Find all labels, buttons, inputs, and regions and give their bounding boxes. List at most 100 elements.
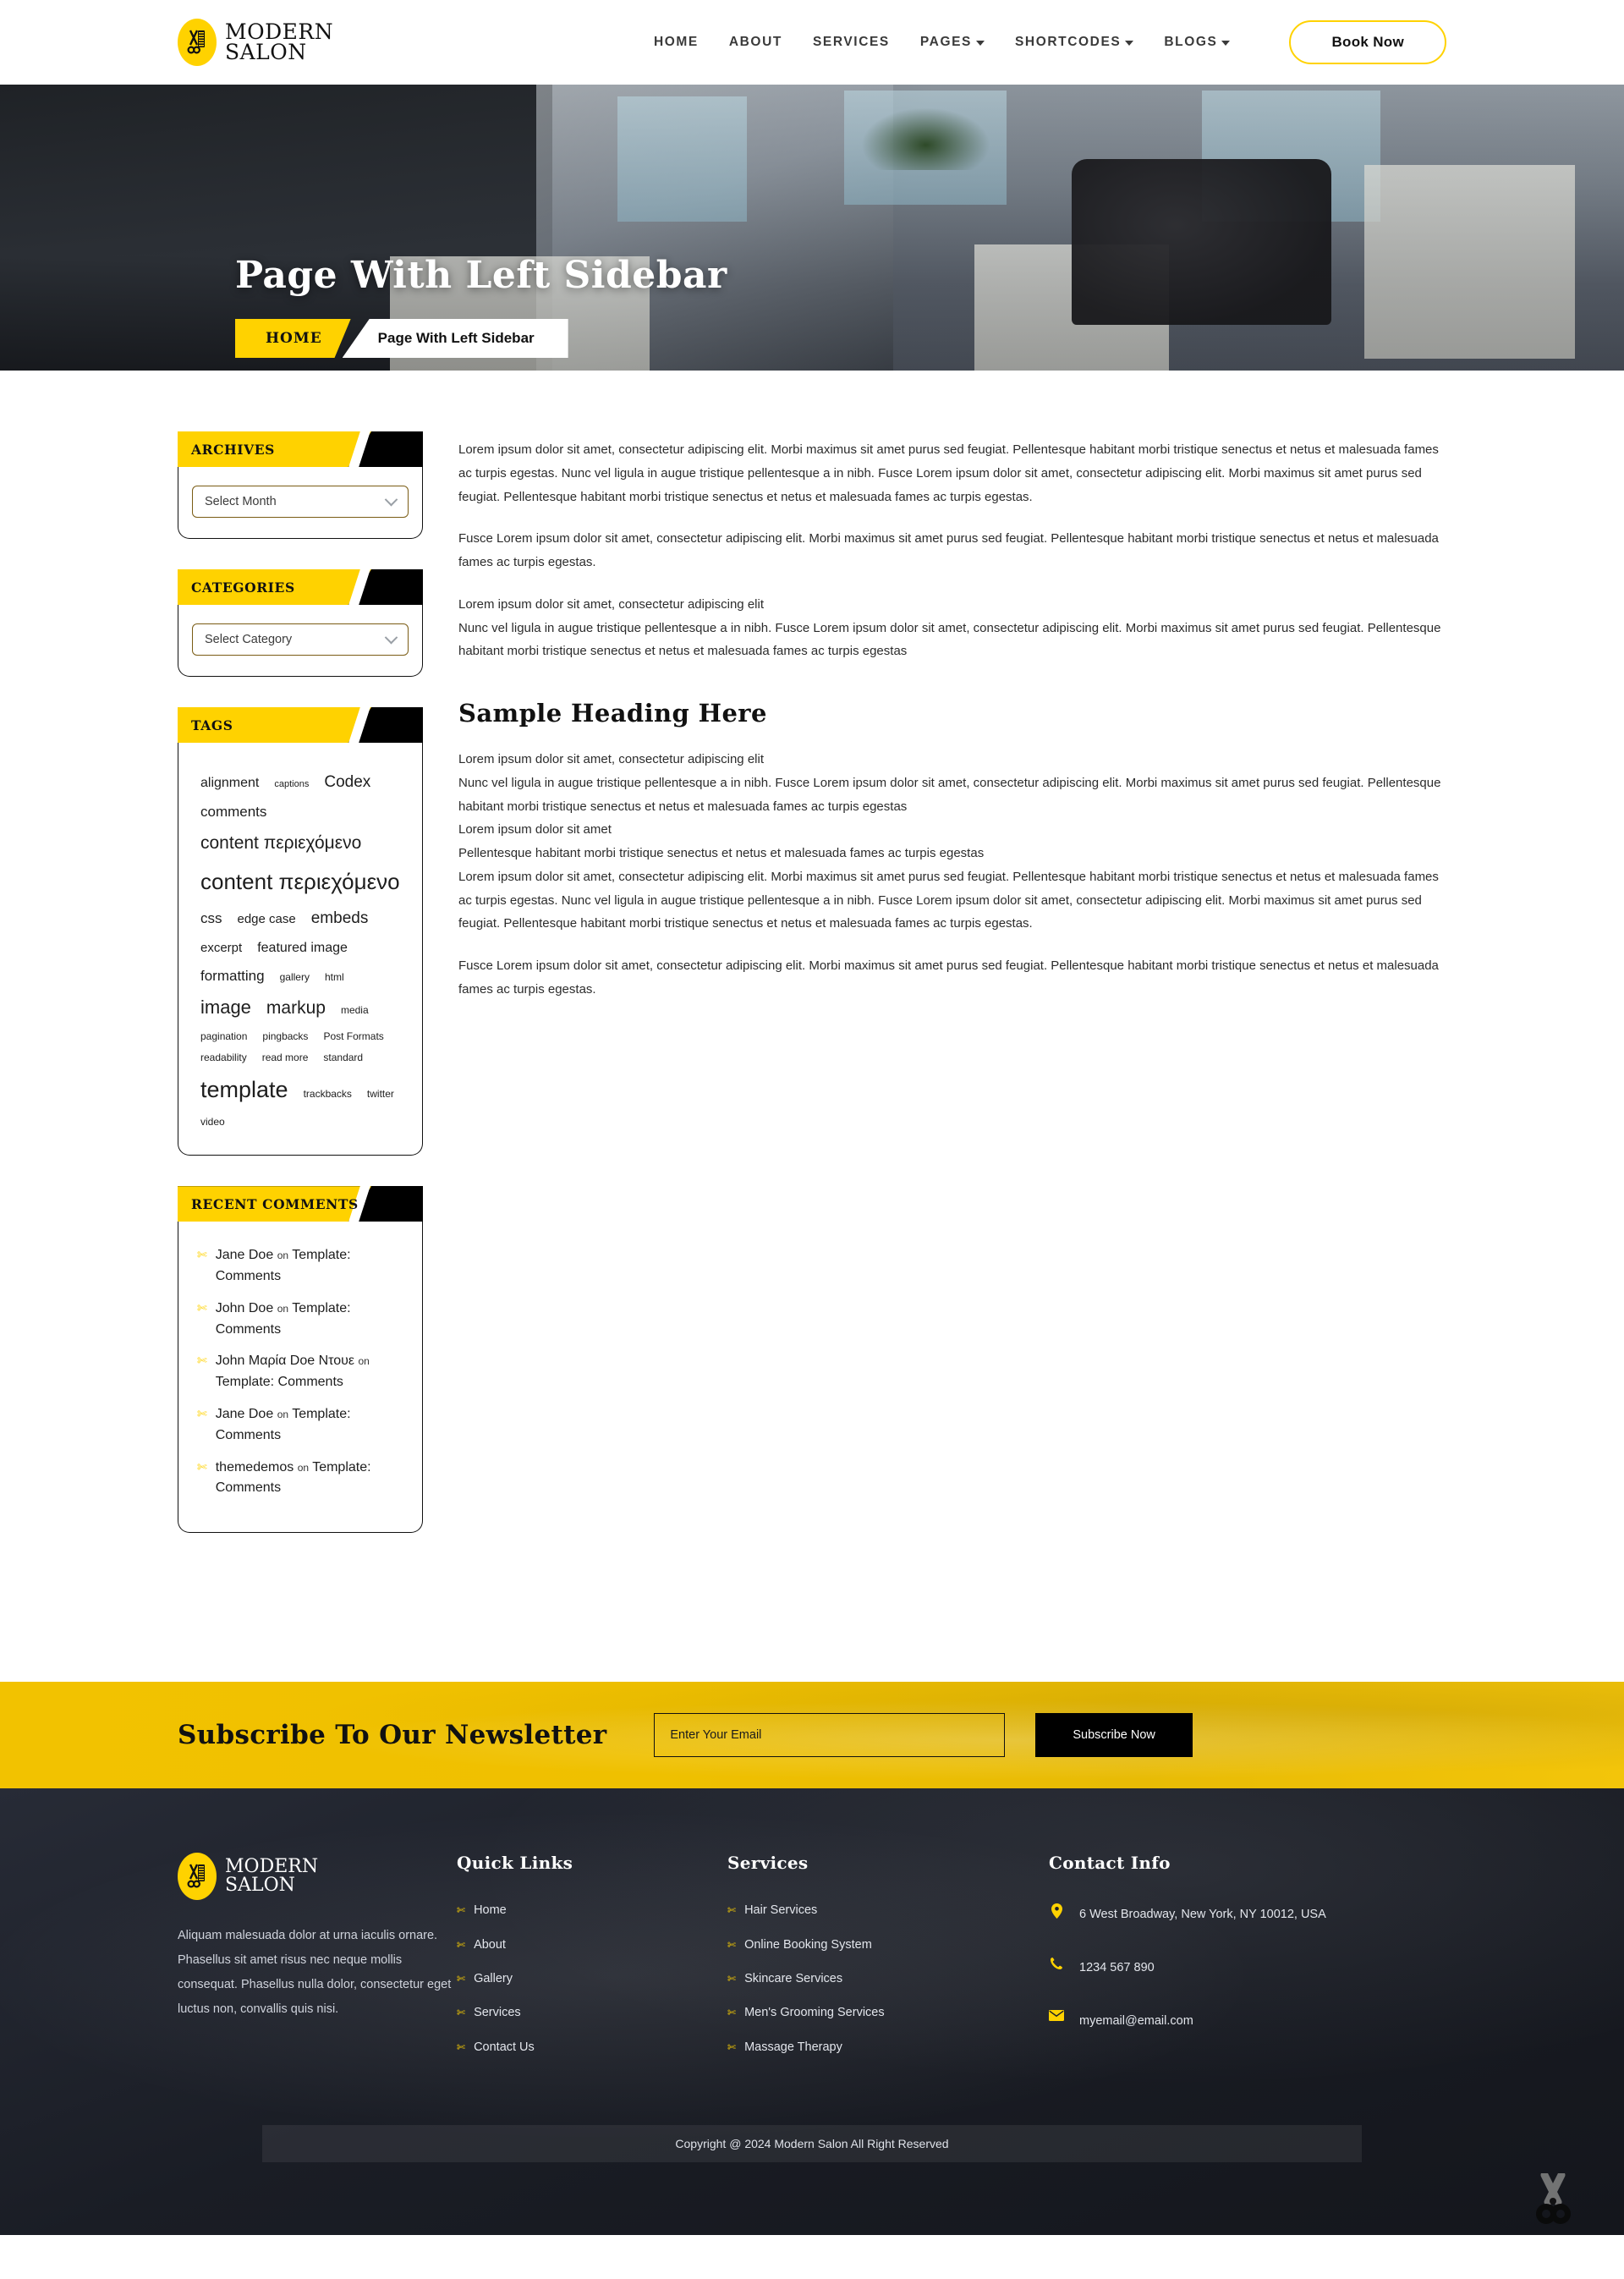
tag-link[interactable]: Codex — [324, 768, 370, 796]
recent-comment-item[interactable]: ✄ John Μαρία Doe Ντουε on Template: Comme… — [197, 1351, 403, 1393]
tag-link[interactable]: markup — [266, 993, 326, 1024]
logo-line-2: SALON — [225, 40, 307, 64]
recent-comment-item[interactable]: ✄ John Doe on Template: Comments — [197, 1299, 403, 1341]
tag-link[interactable]: featured image — [257, 936, 348, 960]
link-label: Gallery — [474, 1972, 513, 1985]
footer-service-link[interactable]: ✄ Men's Grooming Services — [727, 2006, 1049, 2020]
scissors-bullet-icon: ✄ — [727, 1904, 737, 1917]
breadcrumb-home-link[interactable]: HOME — [235, 319, 351, 358]
left-sidebar: ARCHIVES Select Month CATEGORIES Select … — [178, 431, 423, 1563]
envelope-icon — [1049, 2009, 1064, 2021]
link-label: Hair Services — [744, 1903, 818, 1918]
scissors-bullet-icon: ✄ — [457, 1973, 466, 1985]
scissors-bullet-icon: ✄ — [457, 1904, 466, 1917]
comment-author: themedemos — [215, 1459, 294, 1474]
page-hero-banner: Page With Left Sidebar HOME Page With Le… — [0, 85, 1624, 371]
tag-link[interactable]: formatting — [200, 964, 265, 989]
tag-link[interactable]: css — [200, 906, 222, 931]
footer-phone-row[interactable]: 1234 567 890 — [1049, 1957, 1387, 1980]
tag-link[interactable]: html — [325, 969, 344, 986]
scissors-icon — [1533, 2171, 1577, 2230]
recent-comment-text: John Μαρία Doe Ντουε on Template: Commen… — [216, 1351, 403, 1393]
footer-quick-link[interactable]: ✄ Services — [457, 2006, 727, 2020]
nav-item-shortcodes[interactable]: SHORTCODES — [1015, 35, 1134, 50]
tag-link[interactable]: gallery — [280, 969, 310, 986]
tag-link[interactable]: template — [200, 1070, 288, 1110]
footer-quick-link[interactable]: ✄ About — [457, 1938, 727, 1952]
tag-link[interactable]: captions — [274, 777, 309, 793]
tag-link[interactable]: read more — [262, 1049, 309, 1067]
footer-quick-link[interactable]: ✄ Contact Us — [457, 2040, 727, 2055]
content-block2-line4: Pellentesque habitant morbi tristique se… — [458, 846, 985, 860]
tag-link[interactable]: embeds — [311, 904, 369, 932]
recent-comment-item[interactable]: ✄ Jane Doe on Template: Comments — [197, 1404, 403, 1447]
tag-link[interactable]: standard — [323, 1049, 363, 1067]
recent-comment-item[interactable]: ✄ Jane Doe on Template: Comments — [197, 1245, 403, 1288]
tag-link[interactable]: Post Formats — [323, 1028, 383, 1046]
phone-icon — [1049, 1957, 1064, 1970]
tag-link[interactable]: image — [200, 991, 251, 1024]
subscribe-now-button[interactable]: Subscribe Now — [1035, 1713, 1193, 1758]
chevron-down-icon — [384, 630, 398, 644]
tag-link[interactable]: content περιεχόμενο — [200, 828, 361, 859]
widget-header: TAGS — [178, 707, 423, 743]
footer-service-link[interactable]: ✄ Massage Therapy — [727, 2040, 1049, 2055]
content-block1-line1: Lorem ipsum dolor sit amet, consectetur … — [458, 596, 764, 612]
footer-email-row[interactable]: myemail@email.com — [1049, 2009, 1387, 2033]
footer-address: 6 West Broadway, New York, NY 10012, USA — [1079, 1908, 1326, 1922]
scissors-bullet-icon: ✄ — [727, 1938, 737, 1951]
footer-quick-links-title: Quick Links — [457, 1853, 573, 1874]
categories-select[interactable]: Select Category — [192, 623, 409, 656]
footer-quick-link[interactable]: ✄ Home — [457, 1903, 727, 1918]
footer-service-link[interactable]: ✄ Hair Services — [727, 1903, 1049, 1918]
site-logo[interactable]: MODERN SALON — [178, 19, 333, 66]
widget-title: RECENT COMMENTS — [191, 1195, 359, 1212]
nav-label: PAGES — [919, 35, 972, 49]
content-block2-line2: Nunc vel ligula in augue tristique pelle… — [458, 775, 1441, 814]
tag-link[interactable]: pingbacks — [262, 1028, 308, 1046]
nav-item-home[interactable]: HOME — [654, 35, 699, 50]
tag-link[interactable]: edge case — [238, 909, 296, 931]
nav-item-services[interactable]: SERVICES — [813, 35, 890, 50]
nav-item-blogs[interactable]: BLOGS — [1164, 35, 1231, 50]
tag-link[interactable]: trackbacks — [304, 1085, 352, 1103]
link-label: Contact Us — [474, 2040, 535, 2054]
scissors-bullet-icon: ✄ — [727, 1973, 737, 1985]
footer-about-column: MODERN SALON Aliquam malesuada dolor at … — [178, 1853, 457, 2074]
widget-archives: ARCHIVES Select Month — [178, 431, 423, 539]
archives-select[interactable]: Select Month — [192, 486, 409, 518]
tag-link[interactable]: comments — [200, 799, 266, 825]
recent-comment-text: Jane Doe on Template: Comments — [216, 1404, 403, 1447]
scissors-comb-icon — [178, 19, 217, 66]
tag-link[interactable]: excerpt — [200, 937, 242, 959]
tag-link[interactable]: content περιεχόμενο — [200, 863, 400, 902]
nav-item-pages[interactable]: PAGES — [920, 35, 985, 50]
link-label: Services — [474, 2006, 521, 2020]
recent-comment-item[interactable]: ✄ themedemos on Template: Comments — [197, 1458, 403, 1500]
nav-item-about[interactable]: ABOUT — [729, 35, 782, 50]
footer-phone: 1234 567 890 — [1079, 1961, 1155, 1975]
scissors-bullet-icon: ✄ — [457, 2040, 466, 2053]
copyright-bar: Copyright @ 2024 Modern Salon All Right … — [262, 2125, 1362, 2163]
tag-link[interactable]: alignment — [200, 772, 259, 795]
footer-service-link[interactable]: ✄ Online Booking System — [727, 1938, 1049, 1952]
footer-service-link[interactable]: ✄ Skincare Services — [727, 1972, 1049, 1986]
book-now-button[interactable]: Book Now — [1289, 20, 1446, 64]
tag-link[interactable]: video — [200, 1113, 225, 1131]
tag-link[interactable]: twitter — [367, 1085, 394, 1103]
logo-wordmark: MODERN SALON — [225, 21, 333, 64]
footer-logo[interactable]: MODERN SALON — [178, 1853, 457, 1901]
footer-bottom-spacer — [0, 2162, 1624, 2235]
scissors-comb-icon — [178, 1853, 217, 1901]
comment-author: Jane Doe — [215, 1407, 274, 1422]
tag-link[interactable]: media — [341, 1002, 369, 1019]
tag-link[interactable]: pagination — [200, 1028, 247, 1046]
tag-link[interactable]: readability — [200, 1049, 247, 1067]
content-paragraph-1: Lorem ipsum dolor sit amet, consectetur … — [458, 442, 1439, 504]
page-title: Page With Left Sidebar — [235, 254, 727, 297]
footer-logo-line-2: SALON — [225, 1875, 295, 1897]
footer-quick-link[interactable]: ✄ Gallery — [457, 1972, 727, 1986]
newsletter-email-input[interactable] — [654, 1713, 1006, 1758]
tag-cloud: alignment captions Codex comments content πε… — [192, 761, 409, 1134]
widget-title: ARCHIVES — [191, 441, 275, 458]
